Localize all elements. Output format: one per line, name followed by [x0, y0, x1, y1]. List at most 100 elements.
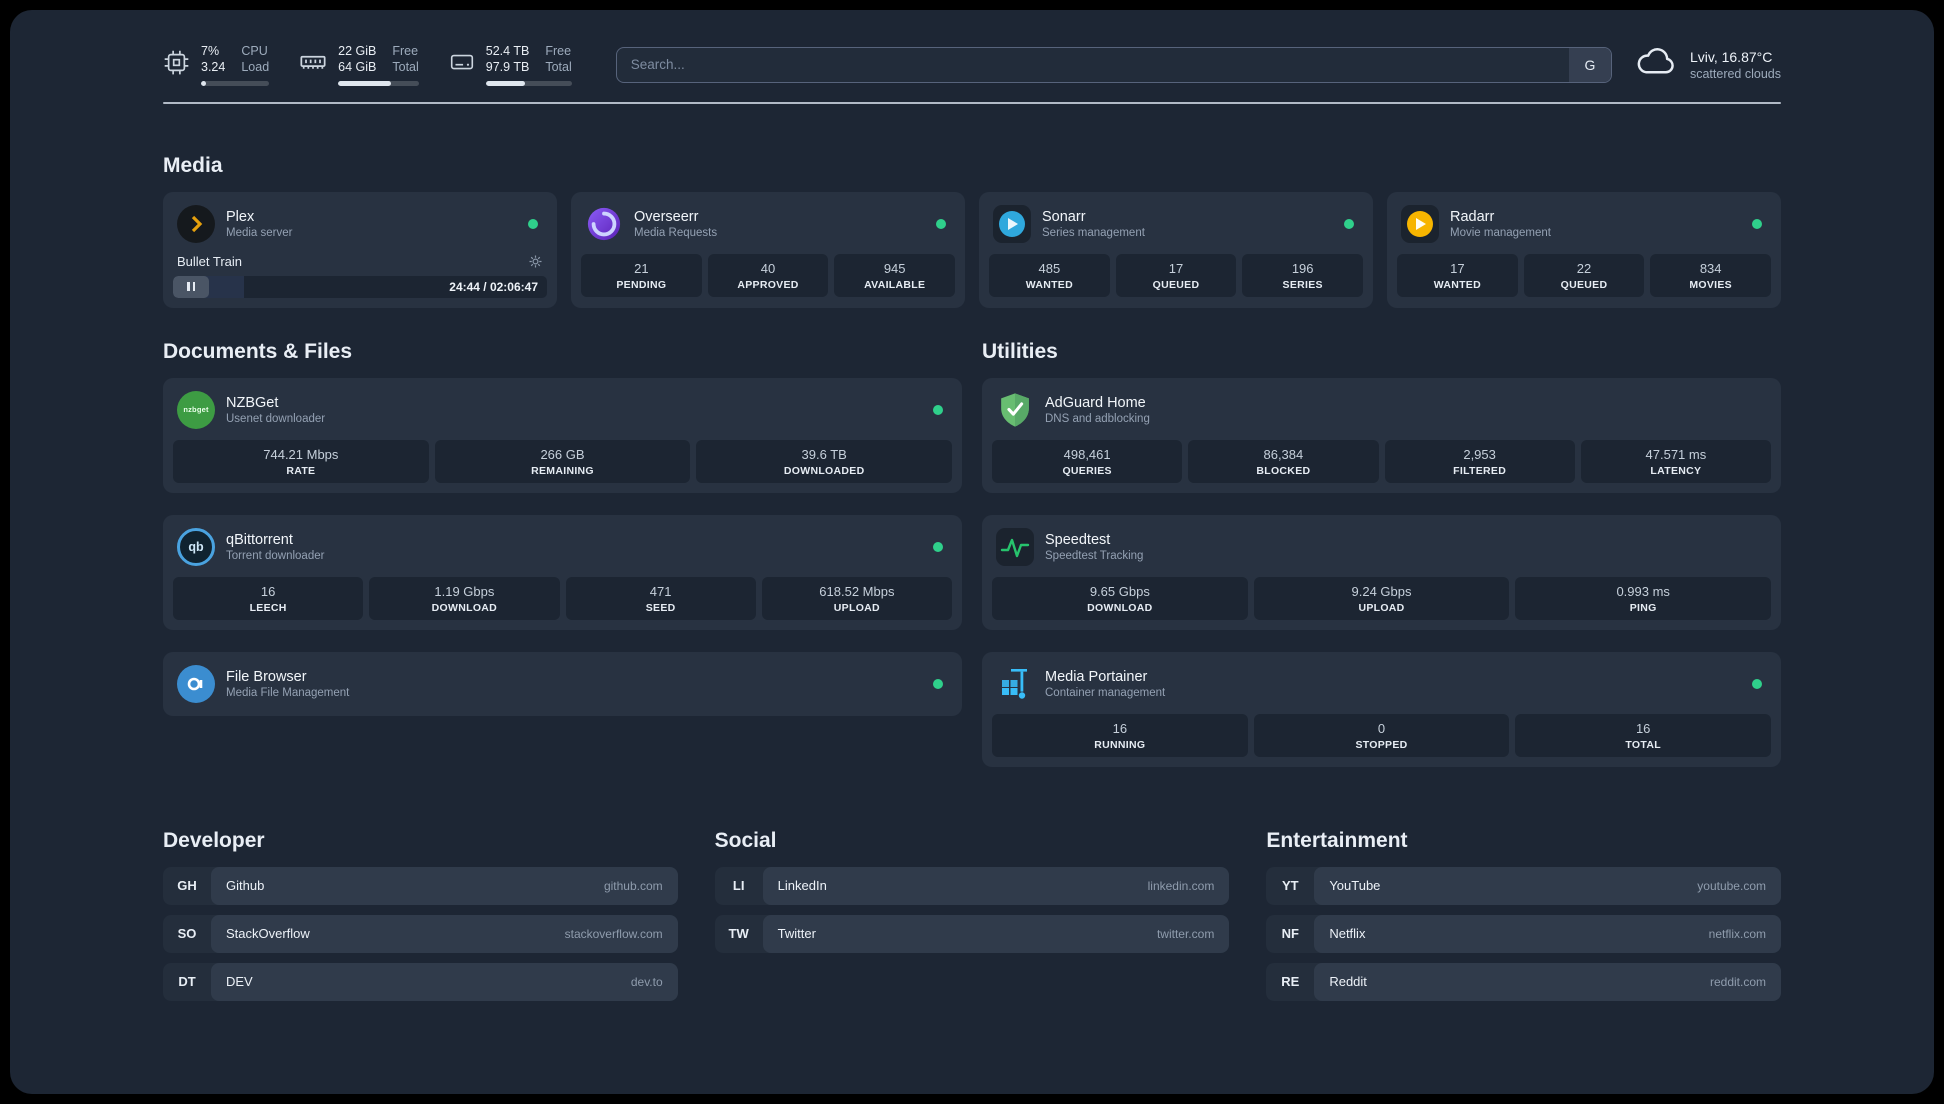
documents-section: Documents & Files nzbget NZBGet Usenet d…: [163, 340, 962, 767]
service-card-filebrowser: File Browser Media File Management: [163, 651, 962, 716]
adguard-icon: [996, 391, 1034, 429]
app-desc: Media File Management: [226, 686, 350, 699]
bookmark-youtube[interactable]: YT YouTube youtube.com: [1266, 866, 1781, 905]
pause-button[interactable]: [173, 275, 209, 298]
stat-ping: 0.993 ms PING: [1515, 576, 1772, 620]
disk-total: 97.9 TB: [485, 60, 530, 75]
service-card-plex: Plex Media server Bullet Train 24:44 / 0…: [163, 191, 557, 308]
stat-total: 16 TOTAL: [1515, 713, 1772, 757]
cpu-usage-bar: [201, 80, 270, 86]
top-bar: 7% 3.24 CPU Load 22 GiB 64 GiB Free Tota…: [163, 44, 1781, 86]
app-desc: Speedtest Tracking: [1045, 549, 1144, 562]
disk-free-label: Free: [545, 44, 572, 58]
bookmark-twitter[interactable]: TW Twitter twitter.com: [714, 914, 1230, 953]
stat-series: 196 SERIES: [1242, 253, 1364, 297]
bookmark-reddit[interactable]: RE Reddit reddit.com: [1266, 962, 1781, 1001]
bookmark-dev[interactable]: DT DEV dev.to: [163, 962, 678, 1001]
now-playing-title: Bullet Train: [177, 253, 243, 269]
stat-leech: 16 LEECH: [173, 576, 364, 620]
stat-upload: 618.52 Mbps UPLOAD: [761, 576, 952, 620]
stat-wanted: 17 WANTED: [1397, 253, 1518, 297]
service-link-speedtest[interactable]: Speedtest Speedtest Tracking: [992, 525, 1771, 577]
app-desc: Container management: [1045, 686, 1166, 699]
nzbget-icon: nzbget: [177, 390, 215, 429]
stat-rate: 744.21 Mbps RATE: [173, 439, 429, 483]
gear-icon[interactable]: [528, 254, 543, 269]
search-bar: G: [615, 46, 1612, 83]
bookmark-url: linkedin.com: [1147, 878, 1215, 893]
service-link-overseerr[interactable]: Overseerr Media Requests: [581, 202, 955, 254]
playback-progress-bar[interactable]: 24:44 / 02:06:47: [173, 275, 547, 298]
disk-total-label: Total: [545, 60, 572, 75]
service-link-adguard[interactable]: AdGuard Home DNS and adblocking: [992, 388, 1771, 440]
status-dot: [1752, 218, 1762, 229]
app-name: Media Portainer: [1045, 668, 1148, 685]
memory-free-label: Free: [392, 44, 419, 58]
plex-icon: [177, 204, 215, 243]
bookmark-linkedin[interactable]: LI LinkedIn linkedin.com: [714, 866, 1230, 905]
service-card-overseerr: Overseerr Media Requests 21 PENDING 40 APP…: [571, 191, 965, 308]
bookmark-abbr: RE: [1281, 974, 1300, 990]
bookmark-abbr: NF: [1281, 926, 1299, 942]
bookmark-name: Reddit: [1329, 974, 1367, 990]
app-desc: Media Requests: [634, 226, 718, 239]
app-desc: Usenet downloader: [226, 412, 326, 425]
section-title-documents: Documents & Files: [163, 339, 353, 363]
topbar-divider: [163, 101, 1781, 104]
bookmark-url: reddit.com: [1709, 974, 1766, 989]
stat-stopped: 0 STOPPED: [1253, 713, 1510, 757]
status-dot: [1752, 678, 1762, 689]
bookmark-abbr: SO: [177, 926, 197, 942]
service-link-plex[interactable]: Plex Media server: [173, 202, 547, 254]
bookmark-name: YouTube: [1329, 878, 1381, 894]
bookmark-name: LinkedIn: [777, 878, 827, 894]
bookmarks-section: Developer GH Github github.com SO StackOv…: [163, 829, 1781, 1041]
cpu-label: CPU: [241, 44, 268, 58]
media-section: Media Plex Media server Bullet Train 24:…: [163, 154, 1781, 308]
bookmark-stackoverflow[interactable]: SO StackOverflow stackoverflow.com: [163, 914, 678, 953]
app-name: Plex: [226, 208, 255, 225]
service-link-portainer[interactable]: Media Portainer Container management: [992, 662, 1771, 714]
search-input[interactable]: [615, 46, 1612, 83]
bookmark-group-developer: Developer GH Github github.com SO StackOv…: [163, 829, 678, 1001]
stat-seed: 471 SEED: [565, 576, 756, 620]
overseerr-icon: [585, 205, 623, 243]
bookmark-github[interactable]: GH Github github.com: [163, 866, 678, 905]
utilities-section: Utilities AdGuard Home DNS and adblockin…: [982, 340, 1781, 767]
service-card-adguard: AdGuard Home DNS and adblocking 498,461 Q…: [982, 377, 1781, 493]
stat-upload: 9.24 Gbps UPLOAD: [1253, 576, 1510, 620]
bookmark-netflix[interactable]: NF Netflix netflix.com: [1266, 914, 1781, 953]
section-title-utilities: Utilities: [982, 339, 1058, 363]
app-name: Overseerr: [634, 208, 699, 225]
app-name: Speedtest: [1045, 531, 1111, 548]
portainer-icon: [996, 665, 1034, 703]
status-dot: [933, 404, 943, 415]
stat-pending: 21 PENDING: [581, 253, 702, 297]
weather-widget: Lviv, 16.87°C scattered clouds: [1634, 46, 1781, 84]
memory-free: 22 GiB: [338, 44, 377, 58]
bookmark-abbr: GH: [177, 878, 197, 894]
bookmark-name: Twitter: [777, 926, 816, 942]
bookmark-name: Github: [226, 878, 265, 894]
service-link-radarr[interactable]: Radarr Movie management: [1397, 202, 1771, 254]
service-link-nzbget[interactable]: nzbget NZBGet Usenet downloader: [173, 388, 952, 440]
speedtest-icon: [996, 527, 1034, 566]
search-provider-button[interactable]: G: [1568, 47, 1611, 82]
bookmark-group-entertainment: Entertainment YT YouTube youtube.com NF N…: [1266, 829, 1781, 1001]
stat-movies: 834 MOVIES: [1650, 253, 1772, 297]
service-link-sonarr[interactable]: Sonarr Series management: [989, 202, 1363, 254]
bookmark-abbr: DT: [178, 974, 196, 990]
service-link-qbittorrent[interactable]: qb qBittorrent Torrent downloader: [173, 525, 952, 577]
disk-usage-bar: [485, 80, 572, 86]
qbittorrent-icon: qb: [177, 527, 215, 566]
disk-widget: 52.4 TB 97.9 TB Free Total: [449, 44, 572, 86]
cpu-load-label: Load: [241, 60, 270, 75]
service-link-filebrowser[interactable]: File Browser Media File Management: [173, 662, 952, 706]
bookmark-abbr: YT: [1282, 878, 1299, 894]
section-title-media: Media: [163, 153, 223, 177]
stat-wanted: 485 WANTED: [989, 253, 1110, 297]
bookmark-url: stackoverflow.com: [564, 926, 663, 941]
cpu-load: 3.24: [201, 60, 226, 75]
bookmark-url: twitter.com: [1156, 926, 1215, 941]
cpu-widget: 7% 3.24 CPU Load: [163, 44, 270, 86]
